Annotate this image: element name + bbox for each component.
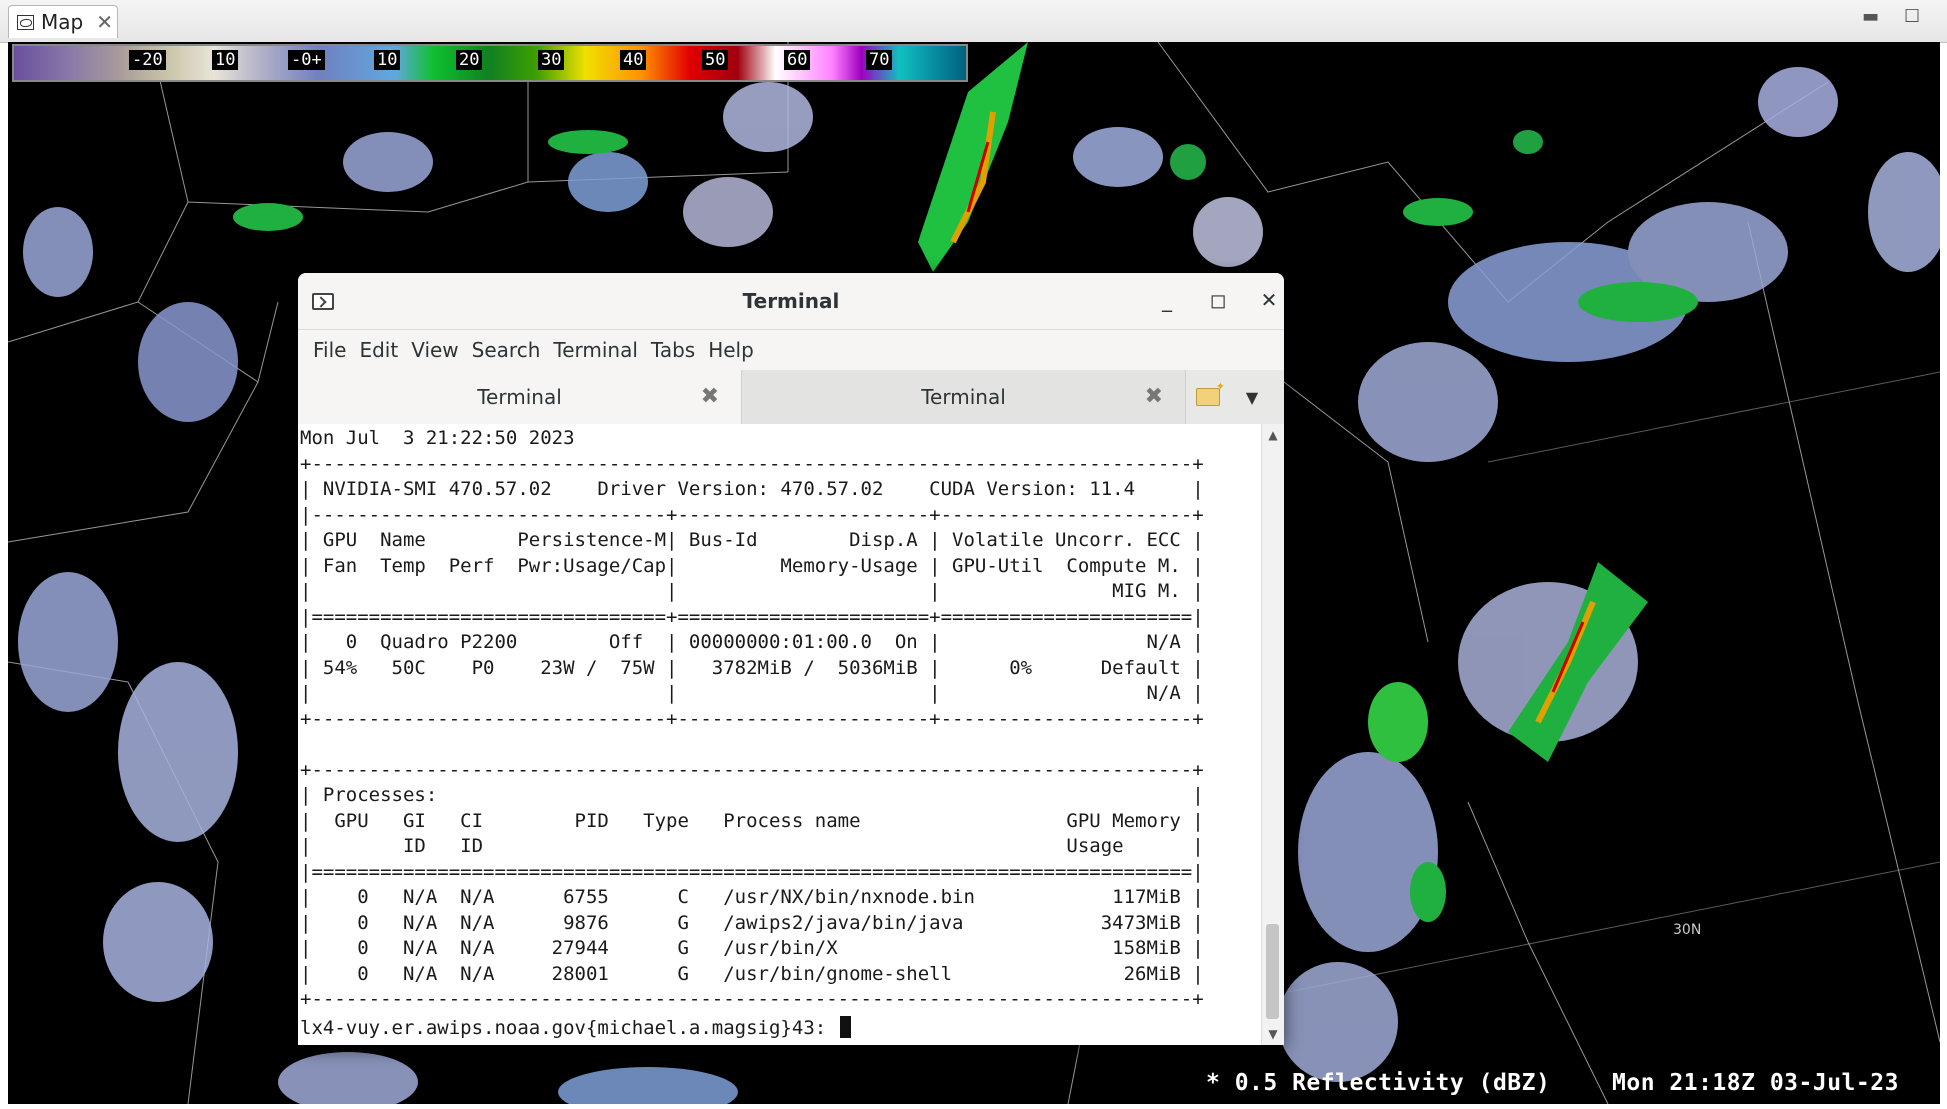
tab-label: Terminal [477,385,562,409]
terminal-console[interactable]: Mon Jul 3 21:22:50 2023 +---------------… [298,424,1262,1045]
tab-terminal-1[interactable]: Terminal ✖ [298,370,742,424]
colorbar-label: 70 [866,50,893,70]
colorbar-label: 10 [374,50,401,70]
tab-terminal-2[interactable]: Terminal ✖ [742,370,1186,424]
colorbar-label: 20 [456,50,483,70]
map-view-icon [17,14,34,30]
scroll-down-icon[interactable]: ▼ [1262,1027,1284,1041]
latitude-label: 30N [1673,922,1702,938]
menu-view[interactable]: View [406,334,463,366]
scrollbar-thumb[interactable] [1266,924,1279,1019]
terminal-tab-bar: Terminal ✖ Terminal ✖ ▼ [298,370,1284,425]
menu-search[interactable]: Search [467,334,546,366]
map-view-tab-label: Map [41,10,84,34]
close-tab-icon[interactable]: ✖ [701,384,719,409]
colorbar-label: 50 [702,50,729,70]
maximize-view-icon[interactable]: ☐ [1904,6,1920,27]
scroll-up-icon[interactable]: ▲ [1262,428,1284,442]
menu-edit[interactable]: Edit [354,334,403,366]
prompt-text: lx4-vuy.er.awips.noaa.gov{michael.a.mags… [300,1017,838,1039]
close-tab-icon[interactable]: ✖ [1145,384,1163,409]
map-view-tab[interactable]: Map ✕ [8,5,118,38]
colorbar-label: 60 [784,50,811,70]
reflectivity-colorbar: -20 10 -0+ 10 20 30 40 50 60 70 [12,44,968,82]
text-cursor [839,1016,851,1038]
close-icon[interactable]: ✕ [96,10,113,34]
colorbar-label: 40 [620,50,647,70]
product-readout: * 0.5 Reflectivity (dBZ) [1206,1070,1551,1096]
new-tab-icon [1196,380,1225,406]
shell-prompt[interactable]: lx4-vuy.er.awips.noaa.gov{michael.a.mags… [300,1016,851,1039]
menu-file[interactable]: File [308,334,351,366]
nvidia-smi-output: Mon Jul 3 21:22:50 2023 +---------------… [300,427,1204,1010]
tab-label: Terminal [921,385,1006,409]
tab-list-dropdown[interactable]: ▼ [1230,370,1274,424]
colorbar-label: -20 [129,50,166,70]
menu-help[interactable]: Help [703,334,759,366]
colorbar-label: -0+ [288,50,325,70]
close-icon[interactable]: ✕ [1256,287,1282,313]
terminal-titlebar[interactable]: Terminal _ ◻ ✕ [298,273,1284,330]
terminal-title: Terminal [742,289,840,313]
maximize-icon[interactable]: ◻ [1205,287,1231,313]
terminal-scrollbar[interactable]: ▲ ▼ [1261,424,1284,1045]
menu-terminal[interactable]: Terminal [548,334,643,366]
menu-tabs[interactable]: Tabs [646,334,700,366]
colorbar-label: 10 [212,50,239,70]
colorbar-label: 30 [538,50,565,70]
terminal-window[interactable]: Terminal _ ◻ ✕ File Edit View Search Ter… [298,273,1284,1045]
minimize-view-icon[interactable]: ▬ [1862,6,1879,27]
time-readout: Mon 21:18Z 03-Jul-23 [1612,1070,1899,1096]
minimize-icon[interactable]: _ [1154,287,1180,313]
chevron-down-icon: ▼ [1245,387,1259,407]
view-tab-bar: Map ✕ ▬ ☐ [0,0,1947,43]
new-tab-button[interactable] [1186,370,1230,424]
terminal-menubar: File Edit View Search Terminal Tabs Help [298,330,1284,370]
